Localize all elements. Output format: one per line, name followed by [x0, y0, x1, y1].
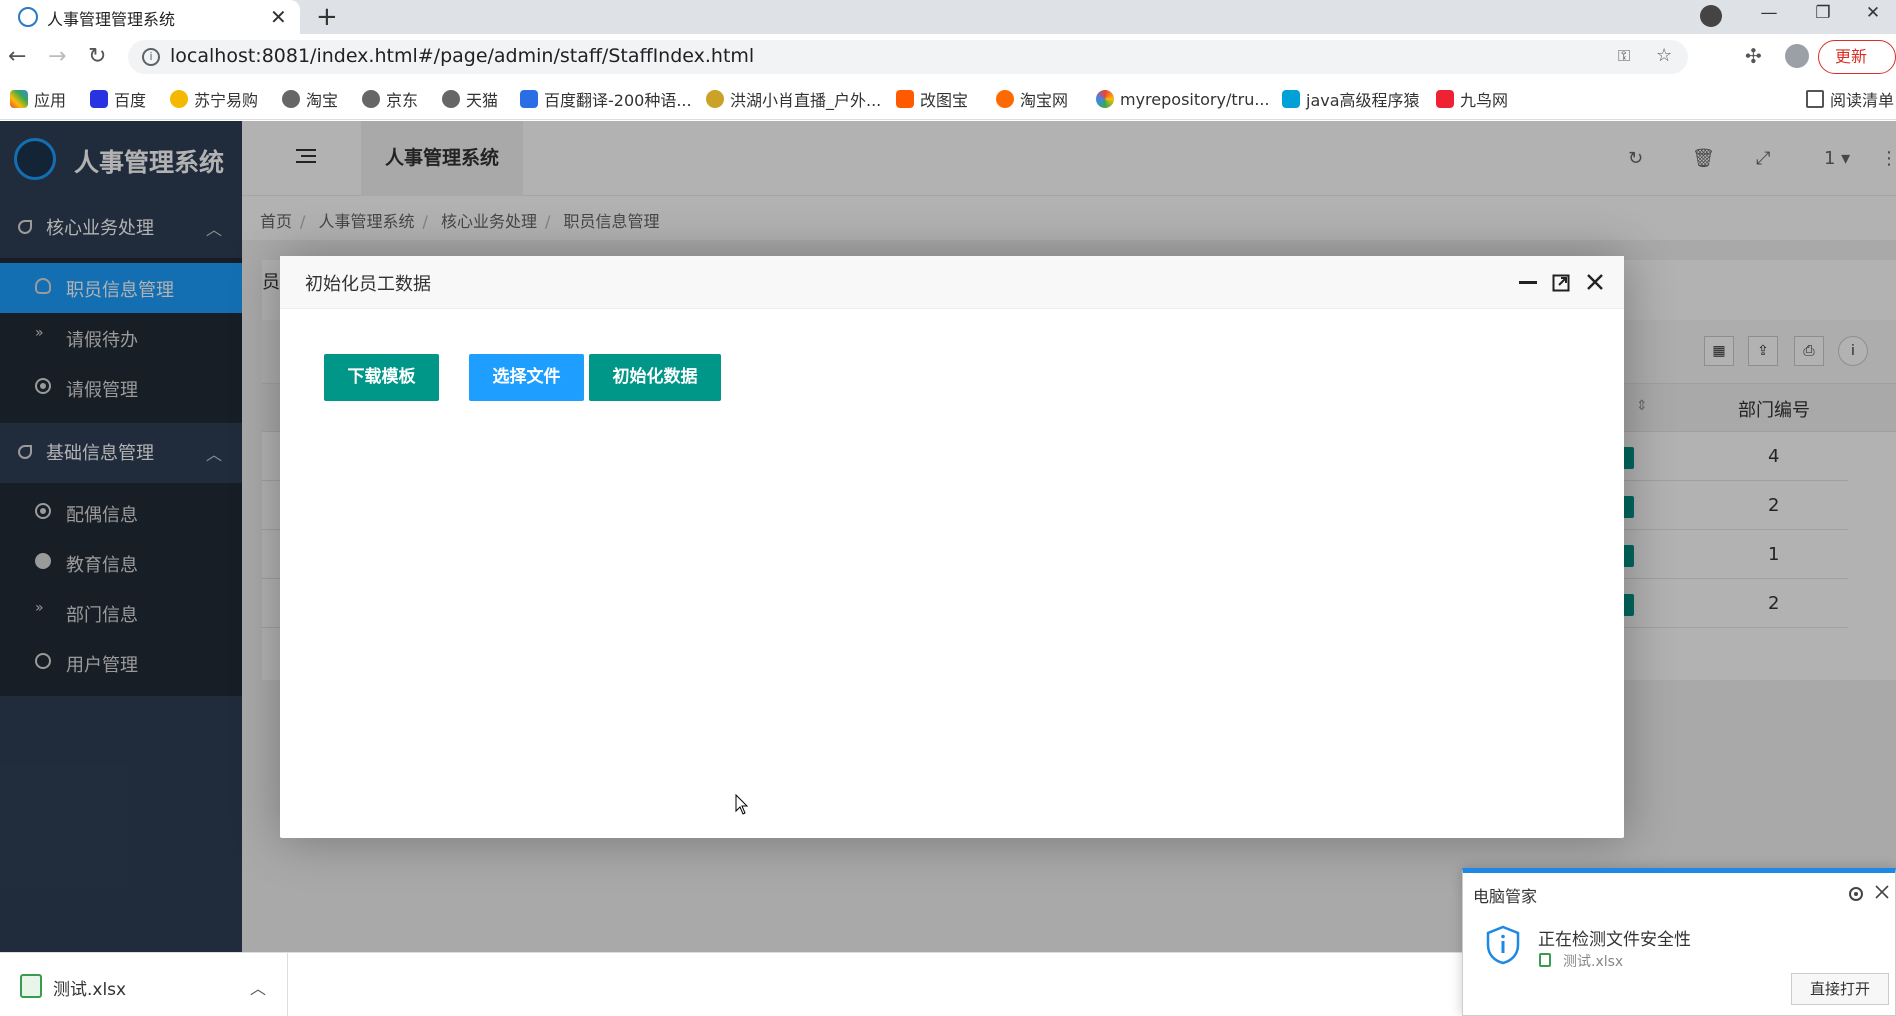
select-file-button[interactable]: 选择文件 [469, 354, 584, 401]
bookmark-suning[interactable]: 苏宁易购 [170, 88, 258, 110]
browser-tab[interactable]: 人事管理管理系统 ✕ [0, 0, 300, 34]
maximize-icon[interactable] [1552, 274, 1570, 292]
jiuniao-icon [1436, 90, 1454, 108]
close-icon[interactable] [1873, 883, 1891, 901]
baidu-icon [90, 90, 108, 108]
download-template-button[interactable]: 下载模板 [324, 354, 439, 401]
toast-title: 电脑管家 [1473, 887, 1538, 906]
apps-grid-icon [10, 90, 28, 108]
init-staff-dialog: 初始化员工数据 下载模板 选择文件 初始化数据 [280, 256, 1624, 838]
excel-file-icon [20, 974, 42, 998]
reload-icon[interactable]: ↻ [88, 44, 106, 69]
bilibili-icon [1282, 90, 1300, 108]
tab-title: 人事管理管理系统 [47, 10, 176, 29]
excel-file-icon [1539, 953, 1551, 967]
window-close-icon[interactable]: ✕ [1850, 0, 1896, 28]
globe-icon [282, 90, 300, 108]
bookmark-baidu-translate[interactable]: 百度翻译-200种语... [520, 88, 692, 110]
new-tab-icon[interactable]: + [316, 2, 338, 32]
chevron-up-icon[interactable]: ︿ [250, 975, 266, 999]
open-directly-button[interactable]: 直接打开 [1791, 973, 1889, 1005]
star-icon[interactable]: ☆ [1656, 45, 1672, 66]
tab-search-icon[interactable] [1700, 5, 1722, 27]
suning-icon [170, 90, 188, 108]
update-button[interactable]: 更新 [1818, 40, 1896, 74]
chrome-icon [1096, 90, 1114, 108]
extensions-icon[interactable]: ✣ [1745, 44, 1762, 68]
bookmark-taobao-net[interactable]: 淘宝网 [996, 88, 1068, 110]
minimize-icon[interactable] [1519, 281, 1537, 284]
profile-avatar[interactable] [1785, 44, 1809, 68]
translate-icon [520, 90, 538, 108]
mouse-cursor-icon [735, 794, 749, 815]
toast-message: 正在检测文件安全性 [1538, 930, 1691, 950]
bookmark-taobao[interactable]: 淘宝 [282, 88, 338, 110]
minimize-icon[interactable]: — [1746, 0, 1792, 28]
reading-list-icon [1806, 90, 1824, 108]
bookmark-live[interactable]: 洪湖小肖直播_户外... [706, 88, 881, 110]
init-data-button[interactable]: 初始化数据 [589, 354, 721, 401]
download-filename: 测试.xlsx [53, 980, 127, 1000]
dialog-header: 初始化员工数据 [280, 256, 1624, 309]
bookmark-tmall[interactable]: 天猫 [442, 88, 498, 110]
bookmark-gaitubao[interactable]: 改图宝 [896, 88, 968, 110]
url-field[interactable]: i localhost:8081/index.html#/page/admin/… [128, 40, 1688, 74]
reading-list[interactable]: 阅读清单 [1806, 88, 1894, 110]
dialog-title: 初始化员工数据 [305, 274, 431, 295]
toast-filename: 测试.xlsx [1563, 954, 1624, 970]
bookmark-java[interactable]: java高级程序猿 [1282, 88, 1420, 110]
key-icon[interactable]: ⚿ [1618, 46, 1630, 66]
download-item[interactable] [0, 952, 288, 1016]
url-text: localhost:8081/index.html#/page/admin/st… [170, 45, 755, 67]
bird-icon [706, 90, 724, 108]
back-icon[interactable]: ← [8, 44, 26, 69]
gaitubao-icon [896, 90, 914, 108]
bookmark-apps[interactable]: 应用 [10, 88, 66, 110]
globe-icon [442, 90, 460, 108]
bookmark-jiuniao[interactable]: 九鸟网 [1436, 88, 1508, 110]
info-icon[interactable]: i [142, 48, 160, 66]
close-icon[interactable]: ✕ [270, 5, 287, 29]
shield-icon [1486, 925, 1520, 965]
bookmark-baidu[interactable]: 百度 [90, 88, 146, 110]
forward-icon[interactable]: → [48, 44, 66, 69]
security-toast: 电脑管家 正在检测文件安全性 测试.xlsx 直接打开 [1462, 868, 1896, 1016]
close-icon[interactable] [1585, 272, 1605, 292]
bookmark-jd[interactable]: 京东 [362, 88, 418, 110]
gear-icon[interactable] [1847, 885, 1865, 903]
restore-icon[interactable]: ❐ [1800, 0, 1846, 28]
bookmark-myrepository[interactable]: myrepository/tru... [1096, 88, 1270, 110]
favicon-icon [18, 7, 38, 27]
globe-icon [362, 90, 380, 108]
taobao-icon [996, 90, 1014, 108]
